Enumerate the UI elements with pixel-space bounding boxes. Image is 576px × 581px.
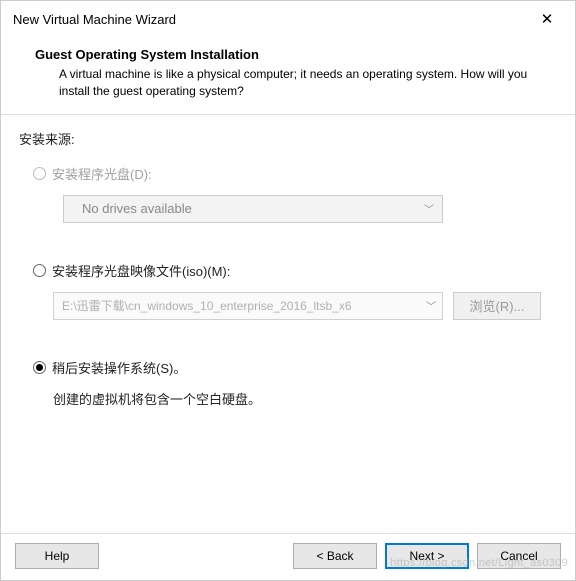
radio-label-iso: 安装程序光盘映像文件(iso)(M): [52, 261, 230, 280]
source-label: 安装来源: [19, 129, 557, 148]
page-title: Guest Operating System Installation [1, 47, 575, 66]
footer: Help < Back Next > Cancel [1, 533, 575, 580]
radio-row-disc: 安装程序光盘(D): [33, 164, 557, 183]
next-button[interactable]: Next > [385, 543, 469, 569]
titlebar: New Virtual Machine Wizard ✕ [1, 1, 575, 35]
radio-iso[interactable] [33, 264, 46, 277]
content-area: 安装来源: 安装程序光盘(D): No drives available ﹀ 安… [1, 115, 575, 533]
radio-row-later[interactable]: 稍后安装操作系统(S)。 [33, 358, 557, 377]
wizard-window: New Virtual Machine Wizard ✕ Guest Opera… [0, 0, 576, 581]
later-description: 创建的虚拟机将包含一个空白硬盘。 [53, 389, 557, 408]
radio-disc [33, 167, 46, 180]
window-title: New Virtual Machine Wizard [13, 12, 176, 27]
iso-path-input: E:\迅雷下载\cn_windows_10_enterprise_2016_lt… [53, 292, 443, 320]
option-disc: 安装程序光盘(D): No drives available ﹀ [19, 164, 557, 223]
close-icon[interactable]: ✕ [531, 9, 563, 29]
option-iso: 安装程序光盘映像文件(iso)(M): E:\迅雷下载\cn_windows_1… [19, 261, 557, 320]
cancel-button[interactable]: Cancel [477, 543, 561, 569]
radio-row-iso[interactable]: 安装程序光盘映像文件(iso)(M): [33, 261, 557, 280]
browse-button: 浏览(R)... [453, 292, 541, 320]
header-block: Guest Operating System Installation A vi… [1, 35, 575, 115]
radio-label-disc: 安装程序光盘(D): [52, 164, 152, 183]
chevron-down-icon: ﹀ [426, 298, 436, 313]
iso-path-text: E:\迅雷下载\cn_windows_10_enterprise_2016_lt… [62, 297, 352, 314]
back-button[interactable]: < Back [293, 543, 377, 569]
iso-path-row: E:\迅雷下载\cn_windows_10_enterprise_2016_lt… [53, 292, 557, 320]
radio-label-later: 稍后安装操作系统(S)。 [52, 358, 186, 377]
help-button[interactable]: Help [15, 543, 99, 569]
page-description: A virtual machine is like a physical com… [1, 66, 575, 100]
disc-dropdown-text: No drives available [82, 201, 192, 216]
chevron-down-icon: ﹀ [424, 201, 434, 216]
disc-dropdown: No drives available ﹀ [63, 195, 443, 223]
option-later: 稍后安装操作系统(S)。 创建的虚拟机将包含一个空白硬盘。 [19, 358, 557, 408]
radio-later[interactable] [33, 361, 46, 374]
